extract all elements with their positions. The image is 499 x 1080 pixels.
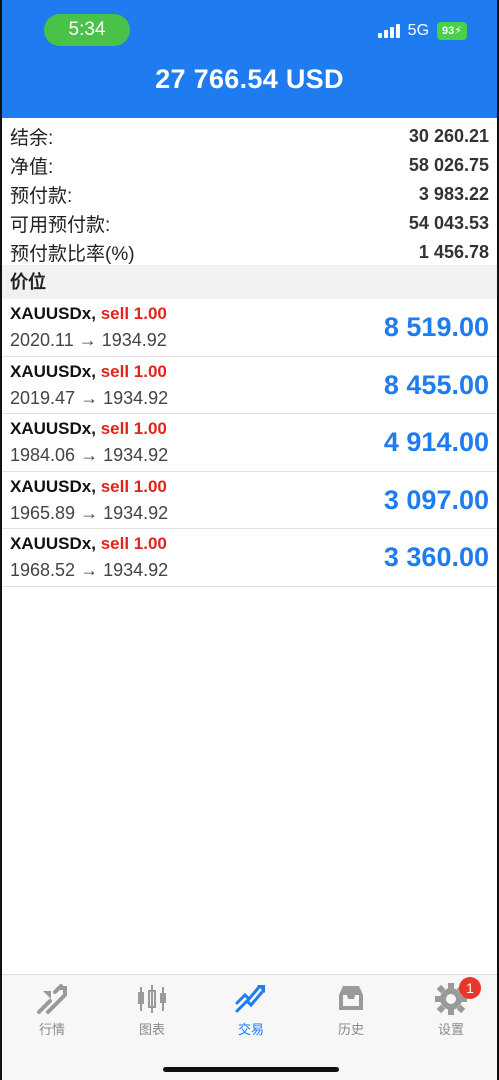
summary-value: 58 026.75 bbox=[408, 155, 489, 175]
quotes-icon bbox=[37, 984, 67, 1014]
position-profit: 3 097.00 bbox=[383, 484, 489, 515]
position-profit: 4 914.00 bbox=[383, 427, 489, 458]
tab-label: 图表 bbox=[138, 1022, 165, 1037]
summary-label: 可用预付款: bbox=[10, 215, 111, 236]
position-symbol: XAUUSDx, bbox=[10, 476, 96, 496]
status-time: 5:34 bbox=[44, 14, 130, 46]
position-row[interactable]: XAUUSDx, sell 1.00 2020.11 → 1934.92 8 5… bbox=[2, 299, 497, 357]
summary-row-equity: 净值: 58 026.75 bbox=[10, 151, 489, 180]
summary-value: 1 456.78 bbox=[418, 242, 489, 262]
position-row[interactable]: XAUUSDx, sell 1.00 1968.52 → 1934.92 3 3… bbox=[2, 529, 497, 587]
tab-history[interactable]: 历史 bbox=[311, 981, 391, 1038]
summary-label: 结余: bbox=[10, 128, 54, 149]
position-prices: 1968.52 → 1934.92 bbox=[10, 560, 169, 581]
position-title: XAUUSDx, sell 1.00 bbox=[10, 477, 167, 497]
tab-label: 交易 bbox=[237, 1022, 264, 1037]
position-side: sell 1.00 bbox=[100, 419, 167, 439]
position-symbol: XAUUSDx, bbox=[10, 304, 96, 323]
tab-label: 设置 bbox=[437, 1022, 464, 1037]
phone-screen: 5:34 5G 93⚡ 27 766.54 USD 结余: 30 260.21 … bbox=[0, 0, 499, 1080]
tab-quotes[interactable]: 行情 bbox=[12, 981, 92, 1038]
position-title: XAUUSDx, sell 1.00 bbox=[10, 304, 167, 324]
signal-icon bbox=[377, 24, 400, 38]
summary-row-margin-level: 预付款比率(%) 1 456.78 bbox=[10, 238, 489, 267]
position-row[interactable]: XAUUSDx, sell 1.00 1965.89 → 1934.92 3 0… bbox=[2, 472, 497, 530]
tab-chart[interactable]: 图表 bbox=[112, 981, 192, 1038]
summary-value: 54 043.53 bbox=[408, 213, 489, 233]
home-indicator bbox=[163, 1067, 339, 1072]
page-title: 27 766.54 USD bbox=[155, 64, 344, 94]
battery-icon: 93⚡ bbox=[437, 22, 467, 40]
position-title: XAUUSDx, sell 1.00 bbox=[10, 419, 167, 439]
tab-trade[interactable]: 交易 bbox=[211, 981, 291, 1038]
position-prices: 1965.89 → 1934.92 bbox=[10, 502, 169, 523]
position-symbol: XAUUSDx, bbox=[10, 361, 96, 381]
summary-row-margin: 预付款: 3 983.22 bbox=[10, 180, 489, 209]
position-side: sell 1.00 bbox=[100, 304, 167, 323]
summary-row-balance: 结余: 30 260.21 bbox=[10, 122, 489, 151]
position-side: sell 1.00 bbox=[100, 361, 167, 381]
position-side: sell 1.00 bbox=[100, 476, 167, 496]
history-icon bbox=[339, 986, 363, 1010]
summary-value: 3 983.22 bbox=[418, 184, 489, 204]
battery-level: 93 bbox=[442, 25, 455, 37]
tab-settings[interactable]: 1 设置 bbox=[411, 977, 491, 1038]
position-prices: 2020.11 → 1934.92 bbox=[10, 330, 167, 350]
position-title: XAUUSDx, sell 1.00 bbox=[10, 362, 167, 382]
network-type: 5G bbox=[407, 22, 430, 39]
positions-section-header: 价位 bbox=[2, 265, 497, 299]
notification-badge: 1 bbox=[459, 977, 481, 999]
position-title: XAUUSDx, sell 1.00 bbox=[10, 534, 167, 554]
tab-label: 历史 bbox=[337, 1022, 364, 1037]
position-prices: 1984.06 → 1934.92 bbox=[10, 445, 169, 466]
position-prices: 2019.47 → 1934.92 bbox=[10, 387, 169, 408]
position-profit: 8 455.00 bbox=[383, 369, 489, 400]
position-row[interactable]: XAUUSDx, sell 1.00 2019.47 → 1934.92 8 4… bbox=[2, 357, 497, 415]
positions-list: XAUUSDx, sell 1.00 2020.11 → 1934.92 8 5… bbox=[2, 299, 497, 587]
position-row[interactable]: XAUUSDx, sell 1.00 1984.06 → 1934.92 4 9… bbox=[2, 414, 497, 472]
position-profit: 8 519.00 bbox=[383, 312, 489, 342]
status-indicators: 5G 93⚡ bbox=[377, 22, 467, 40]
summary-label: 预付款: bbox=[10, 186, 73, 207]
header: 5:34 5G 93⚡ 27 766.54 USD bbox=[2, 0, 497, 118]
tab-label: 行情 bbox=[38, 1022, 65, 1037]
summary-row-free-margin: 可用预付款: 54 043.53 bbox=[10, 209, 489, 238]
position-symbol: XAUUSDx, bbox=[10, 419, 96, 439]
position-profit: 3 360.00 bbox=[383, 542, 489, 573]
summary-value: 30 260.21 bbox=[408, 126, 489, 146]
trade-icon bbox=[235, 985, 265, 1013]
account-summary: 结余: 30 260.21 净值: 58 026.75 预付款: 3 983.2… bbox=[2, 118, 497, 267]
position-side: sell 1.00 bbox=[100, 534, 167, 554]
status-bar: 5:34 5G 93⚡ bbox=[2, 0, 497, 60]
summary-label: 净值: bbox=[10, 157, 54, 178]
position-symbol: XAUUSDx, bbox=[10, 534, 96, 554]
chart-icon bbox=[138, 985, 166, 1013]
summary-label: 预付款比率(%) bbox=[10, 244, 135, 265]
tab-bar: 行情 图表 交易 历史 1 设置 bbox=[2, 974, 497, 1080]
